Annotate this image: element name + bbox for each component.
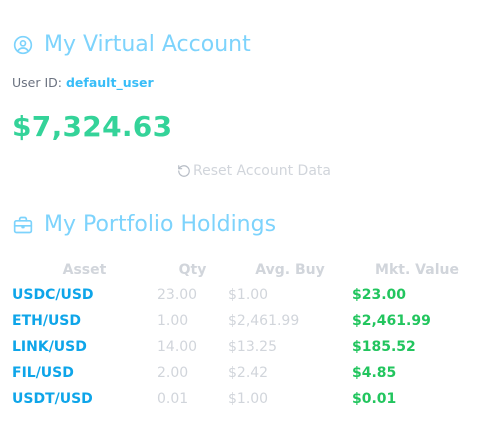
user-id-value: default_user [65,75,154,90]
mkt-value-cell: $185.52 [352,339,416,355]
asset-cell: FIL/USD [12,365,74,381]
user-circle-icon [12,34,34,56]
table-row: USDT/USD 0.01 $1.00 $0.01 [12,386,482,412]
reset-account-button[interactable]: Reset Account Data [177,163,331,179]
avg-buy-cell: $2.42 [228,365,269,381]
asset-cell: ETH/USD [12,313,82,329]
account-section-title: My Virtual Account [12,32,251,57]
column-header-mkt-value: Mkt. Value [375,262,459,278]
rotate-ccw-icon [177,164,191,178]
user-id-line: User ID: default_user [12,75,154,90]
qty-cell: 2.00 [157,365,189,381]
mkt-value-cell: $2,461.99 [352,313,431,329]
account-balance: $7,324.63 [12,110,173,143]
mkt-value-cell: $23.00 [352,287,407,303]
account-title-text: My Virtual Account [44,32,251,57]
portfolio-section-title: My Portfolio Holdings [12,212,276,237]
avg-buy-cell: $1.00 [228,287,269,303]
avg-buy-cell: $2,461.99 [228,313,300,329]
user-id-label: User ID: [12,75,62,90]
avg-buy-cell: $1.00 [228,391,269,407]
asset-cell: USDT/USD [12,391,93,407]
portfolio-title-text: My Portfolio Holdings [44,212,277,237]
briefcase-icon [12,214,34,236]
holdings-table: Asset Qty Avg. Buy Mkt. Value USDC/USD 2… [12,258,482,412]
column-header-avg-buy: Avg. Buy [255,262,325,278]
qty-cell: 14.00 [157,339,198,355]
avg-buy-cell: $13.25 [228,339,277,355]
asset-cell: LINK/USD [12,339,87,355]
table-row: FIL/USD 2.00 $2.42 $4.85 [12,360,482,386]
asset-cell: USDC/USD [12,287,94,303]
reset-account-label: Reset Account Data [193,163,331,179]
mkt-value-cell: $4.85 [352,365,397,381]
table-row: USDC/USD 23.00 $1.00 $23.00 [12,282,482,308]
column-header-qty: Qty [178,262,207,278]
column-header-asset: Asset [62,262,107,278]
mkt-value-cell: $0.01 [352,391,397,407]
table-row: ETH/USD 1.00 $2,461.99 $2,461.99 [12,308,482,334]
table-row: LINK/USD 14.00 $13.25 $185.52 [12,334,482,360]
qty-cell: 1.00 [157,313,189,329]
qty-cell: 0.01 [157,391,189,407]
qty-cell: 23.00 [157,287,198,303]
holdings-header-row: Asset Qty Avg. Buy Mkt. Value [12,258,482,282]
